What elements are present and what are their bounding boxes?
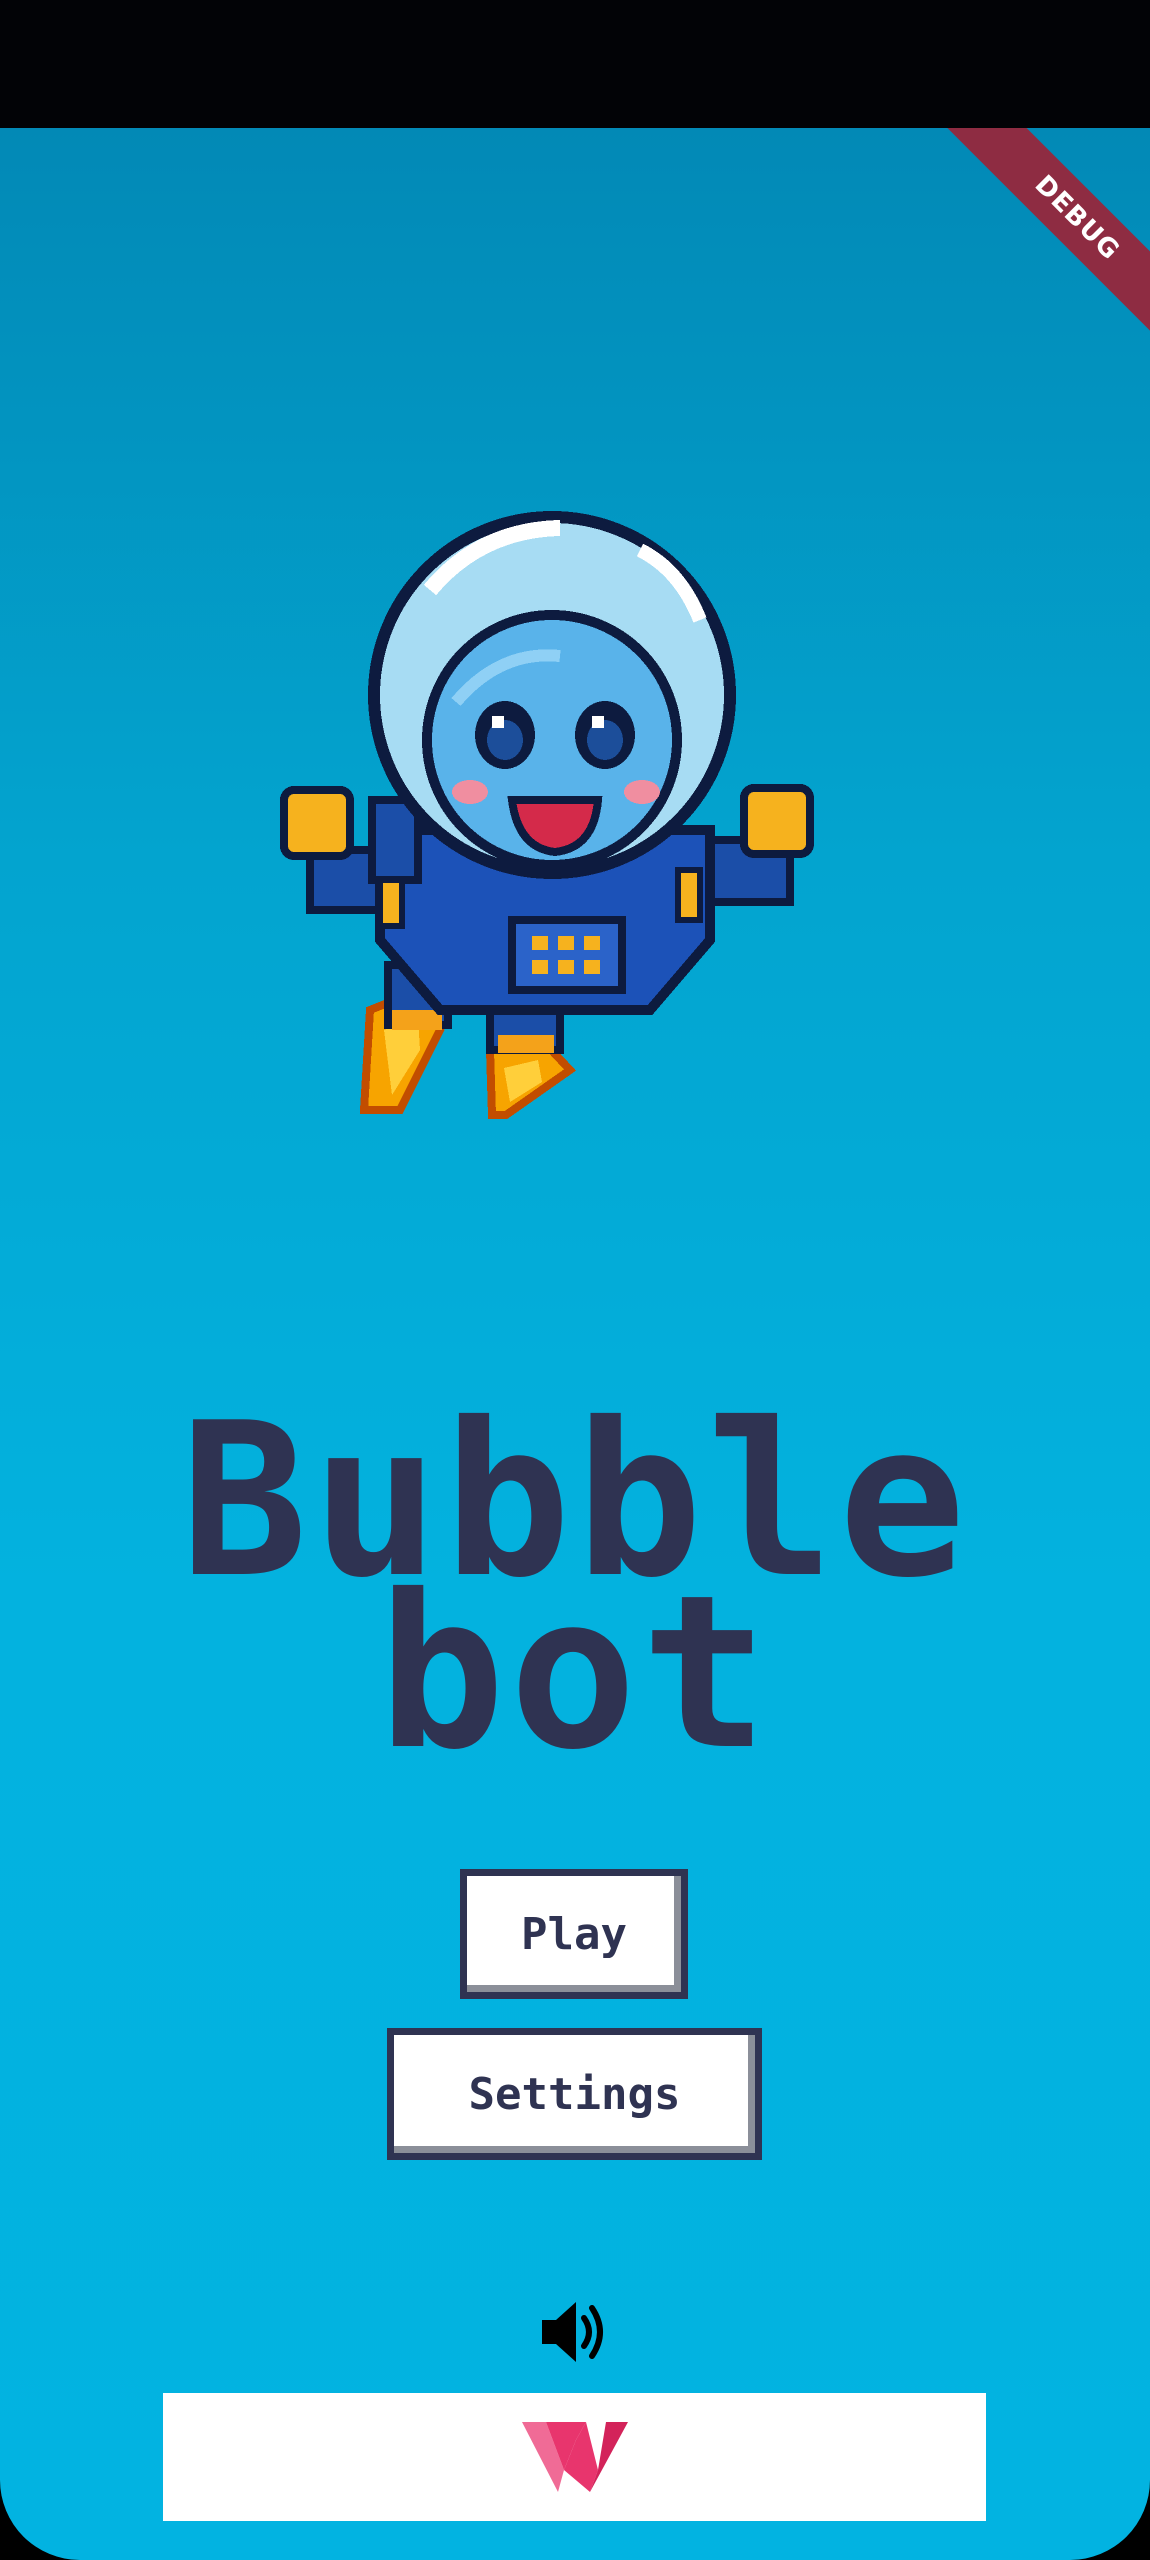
ad-banner[interactable] — [163, 2393, 986, 2521]
w-logo-icon — [521, 2422, 628, 2492]
status-bar — [0, 0, 1150, 128]
play-button[interactable]: Play — [460, 1869, 688, 1999]
game-title: Bubble bot — [0, 1395, 1150, 1796]
bubblebot-mascot-icon — [280, 511, 814, 1119]
speaker-volume-icon[interactable] — [538, 2298, 610, 2366]
screen: DEBUG Bubble bot Play Settings — [0, 0, 1150, 2560]
settings-button[interactable]: Settings — [387, 2028, 762, 2160]
debug-banner: DEBUG — [940, 128, 1150, 355]
title-line-2: bot — [377, 1549, 773, 1796]
